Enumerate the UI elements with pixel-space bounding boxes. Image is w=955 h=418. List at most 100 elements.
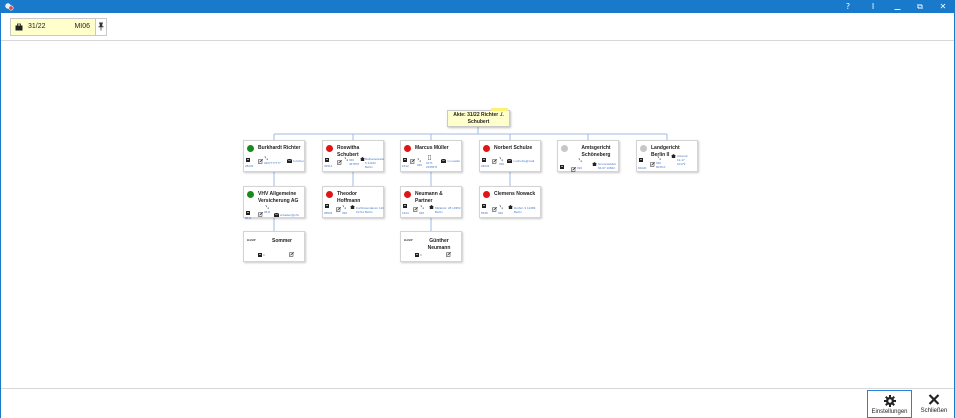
settings-button[interactable]: Einstellungen <box>867 390 912 418</box>
edit-icon[interactable] <box>337 160 342 165</box>
help-button[interactable]: ? <box>837 1 859 13</box>
window-close-button[interactable]: ✕ <box>932 1 954 13</box>
party-card-marcus-mueller[interactable]: Marcus Müller 1512 030 0171 2345678 m.mu… <box>400 140 462 172</box>
email-icon[interactable] <box>274 213 279 217</box>
address: Müllerstr. 28 13353 Berlin <box>435 206 461 214</box>
close-icon <box>928 394 940 405</box>
edit-icon[interactable] <box>289 252 294 257</box>
connector-lines <box>273 127 668 231</box>
phone-number: 030 <box>499 162 505 166</box>
phone-icon[interactable] <box>342 205 346 209</box>
address: Dorfstr. 9 12489 Berlin <box>514 206 536 214</box>
case-root-label: Akte: 31/22 Richter ./. Schubert <box>453 112 504 125</box>
app-logo-icon <box>5 3 14 11</box>
phone-number: 0511 <box>264 210 271 214</box>
card-title: Burkhardt Richter <box>258 145 301 151</box>
info-button[interactable]: I <box>862 1 884 13</box>
phone-number: 0407777777 <box>264 161 281 165</box>
home-icon[interactable] <box>350 205 355 209</box>
documents-icon <box>246 211 250 215</box>
party-card-vhv-versicherung[interactable]: VHV Allgemeine Versicherung AG 8411 0511… <box>243 186 305 220</box>
party-card-burkhardt-richter[interactable]: Burkhardt Richter 28233 0407777777 b.ric… <box>243 140 305 172</box>
documents-icon <box>560 165 564 169</box>
edit-icon[interactable] <box>446 252 451 257</box>
email-address: b.richter <box>293 159 304 163</box>
home-icon[interactable] <box>429 205 434 209</box>
case-selector[interactable]: 31/22 MI06 <box>10 18 96 36</box>
home-icon[interactable] <box>508 205 513 209</box>
email-icon[interactable] <box>507 159 512 163</box>
phone-icon[interactable] <box>499 205 503 209</box>
card-title: Günther Neumann <box>427 238 451 251</box>
edit-icon[interactable] <box>258 159 263 164</box>
party-card-roswitha-schubert[interactable]: Roswitha Schubert 36514 030 4678787 Rath… <box>322 140 384 172</box>
documents-icon <box>403 158 407 162</box>
edit-icon[interactable] <box>410 159 415 164</box>
documents-count: 81020 <box>638 166 647 170</box>
court-icon <box>640 145 647 152</box>
phone-icon[interactable] <box>417 158 421 162</box>
edit-icon[interactable] <box>571 167 576 172</box>
party-card-clemens-nowack[interactable]: Clemens Nowack 5548 030 Dorfstr. 9 12489… <box>479 186 541 218</box>
home-icon[interactable] <box>671 154 676 158</box>
documents-icon <box>415 253 419 257</box>
party-card-neumann-partner[interactable]: Neumann & Partner 1324 030 Müllerstr. 28… <box>400 186 462 218</box>
root-tag <box>491 108 508 111</box>
edit-icon[interactable] <box>650 162 655 167</box>
phone-icon[interactable] <box>265 205 269 209</box>
address: Kurfürstendamm 110 10711 Berlin <box>356 206 384 214</box>
minimize-button[interactable] <box>886 1 908 13</box>
party-card-guenther-neumann[interactable]: RAMP Günther Neumann 0 <box>400 231 462 262</box>
documents-count: 5548 <box>481 211 488 215</box>
documents-count: 28233 <box>245 164 254 168</box>
pin-button[interactable] <box>96 18 107 36</box>
edit-icon[interactable] <box>492 207 497 212</box>
address: Rathausstraße 5 14162 Berlin <box>365 157 384 169</box>
phone-icon[interactable] <box>264 156 268 160</box>
home-icon[interactable] <box>592 162 597 166</box>
footer-bar: Einstellungen Schließen <box>1 388 954 418</box>
mobile-icon[interactable] <box>428 155 431 160</box>
minimize-icon <box>894 9 900 10</box>
party-card-theodor-hoffmann[interactable]: Theodor Hoffmann 28534 030 Kurfürstendam… <box>322 186 384 218</box>
email-icon[interactable] <box>441 159 446 163</box>
card-title: Sommer <box>271 238 292 244</box>
phone-icon[interactable] <box>420 205 424 209</box>
card-title: Amtsgericht Schöneberg <box>581 145 611 158</box>
phone-icon[interactable] <box>344 157 348 161</box>
email-icon[interactable] <box>287 159 292 163</box>
status-dot <box>404 191 411 198</box>
edit-icon[interactable] <box>336 207 341 212</box>
phone-number: 030 <box>342 211 348 215</box>
phone-icon[interactable] <box>578 158 582 162</box>
case-root-node[interactable]: Akte: 31/22 Richter ./. Schubert <box>447 108 510 127</box>
close-label: Schließen <box>920 408 948 414</box>
party-card-norbert-schulze[interactable]: Norbert Schulze 28233 030 n.schulze@mail <box>479 140 541 172</box>
edit-icon[interactable] <box>258 212 263 217</box>
card-title: Norbert Schulze <box>494 145 533 151</box>
settings-label: Einstellungen <box>871 409 908 415</box>
documents-count: 1512 <box>402 164 409 168</box>
pin-icon <box>98 22 104 31</box>
party-card-landgericht-berlin-ii[interactable]: Landgericht Berlin II 81020 030 9015-0 L… <box>636 140 698 172</box>
status-dot <box>326 145 333 152</box>
documents-icon <box>482 204 486 208</box>
edit-icon[interactable] <box>413 207 418 212</box>
phone-icon[interactable] <box>499 157 503 161</box>
status-dot <box>326 191 333 198</box>
documents-icon <box>325 158 329 162</box>
case-header: 31/22 MI06 <box>1 13 954 41</box>
card-title: VHV Allgemeine Versicherung AG <box>258 191 299 204</box>
party-card-amtsgericht-schoeneberg[interactable]: Amtsgericht Schöneberg 030 Grunewaldstr.… <box>557 140 619 172</box>
phone-number: 0171 2345678 <box>426 161 437 169</box>
documents-icon <box>639 158 643 162</box>
restore-button[interactable]: ⧉ <box>909 1 931 13</box>
close-button[interactable]: Schließen <box>914 390 954 418</box>
edit-icon[interactable] <box>492 159 497 164</box>
address: Grunewaldstr. 66-67 10823 <box>598 162 617 170</box>
documents-icon <box>258 253 262 257</box>
documents-count: 0 <box>263 253 265 257</box>
phone-icon[interactable] <box>657 156 661 160</box>
card-title: Marcus Müller <box>415 145 449 151</box>
party-card-sommer[interactable]: RAMP Sommer 0 <box>243 231 305 262</box>
